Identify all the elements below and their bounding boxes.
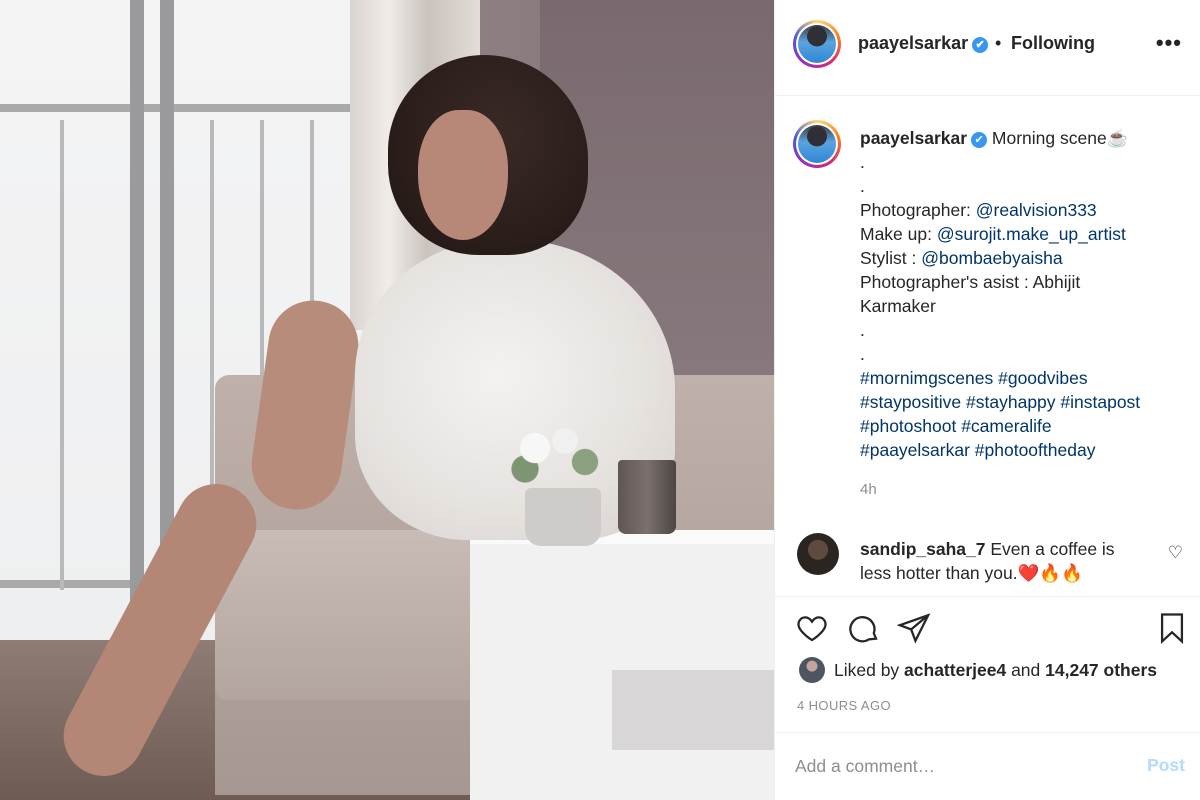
header-separator: • — [995, 33, 1002, 53]
likes-count-link[interactable]: 14,247 others — [1045, 660, 1157, 680]
likes-text: Liked by achatterjee4 and 14,247 others — [834, 660, 1157, 681]
caption-line: Karmaker — [860, 296, 936, 316]
likes-mid: and — [1006, 660, 1046, 680]
header-username[interactable]: paayelsarkar ✔ — [858, 33, 989, 54]
window-frame — [130, 0, 144, 640]
caption-avatar[interactable] — [793, 120, 841, 168]
hashtag-link[interactable]: #paayelsarkar #photooftheday — [860, 438, 1180, 462]
caption-username[interactable]: paayelsarkar — [860, 128, 967, 148]
following-button[interactable]: Following — [1011, 33, 1095, 54]
caption-line: . — [860, 320, 865, 340]
commenter-username[interactable]: sandip_saha_7 — [860, 539, 985, 559]
coffee-mug — [618, 460, 676, 534]
action-bar — [775, 596, 1200, 656]
caption-line: . — [860, 344, 865, 364]
vase — [525, 488, 601, 546]
table-shelf — [612, 670, 774, 750]
caption-line: Stylist : — [860, 248, 922, 268]
window-rail — [0, 104, 390, 112]
post-side-panel: paayelsarkar ✔ • Following ••• paayelsark… — [774, 0, 1200, 800]
verified-badge-icon: ✔ — [972, 37, 989, 53]
caption-area: paayelsarkar ✔ Morning scene☕ . . Photogr… — [775, 97, 1200, 595]
liker-avatar[interactable] — [799, 657, 825, 683]
side-table — [470, 530, 774, 800]
avatar[interactable] — [793, 20, 841, 68]
mention-link[interactable]: @bombaebyaisha — [921, 248, 1062, 268]
caption-line: . — [860, 176, 865, 196]
post-comment-button[interactable]: Post — [1147, 755, 1185, 776]
add-comment-bar: Post — [775, 732, 1200, 800]
more-options-icon[interactable]: ••• — [1156, 30, 1182, 56]
likes-summary: Liked by achatterjee4 and 14,247 others — [775, 656, 1200, 686]
liker-username[interactable]: achatterjee4 — [904, 660, 1006, 680]
comment-like-heart-icon[interactable]: ♡ — [1168, 543, 1183, 563]
post-header: paayelsarkar ✔ • Following ••• — [775, 0, 1200, 96]
verified-badge-icon: ✔ — [971, 132, 988, 148]
comment-item: sandip_saha_7 Even a coffee is less hott… — [775, 529, 1200, 595]
caption-line: . — [860, 152, 865, 172]
post-photo[interactable] — [0, 0, 774, 800]
caption-line: Make up: — [860, 224, 937, 244]
person-face — [418, 110, 508, 240]
share-icon[interactable] — [896, 611, 931, 645]
mention-link[interactable]: @realvision333 — [976, 200, 1097, 220]
flowers — [505, 420, 605, 490]
caption-line: Photographer: — [860, 200, 976, 220]
comment-icon[interactable] — [847, 611, 881, 645]
post-timestamp[interactable]: 4 HOURS AGO — [797, 698, 891, 713]
caption-title: Morning scene☕ — [987, 128, 1129, 148]
window-bar — [60, 120, 64, 590]
username-link[interactable]: paayelsarkar — [858, 33, 968, 53]
likes-prefix: Liked by — [834, 660, 905, 680]
comment-input[interactable] — [795, 751, 1125, 781]
mention-link[interactable]: @surojit.make_up_artist — [937, 224, 1126, 244]
caption-text: paayelsarkar ✔ Morning scene☕ . . Photogr… — [860, 126, 1180, 462]
comment-text: sandip_saha_7 Even a coffee is less hott… — [860, 537, 1140, 585]
hashtag-link[interactable]: #mornimgscenes #goodvibes — [860, 366, 1180, 390]
caption-time[interactable]: 4h — [860, 481, 877, 498]
bookmark-icon[interactable] — [1155, 611, 1189, 645]
heart-icon[interactable] — [795, 611, 829, 645]
caption-line: Photographer's asist : Abhijit — [860, 272, 1081, 292]
hashtag-link[interactable]: #photoshoot #cameralife — [860, 414, 1180, 438]
hashtag-link[interactable]: #staypositive #stayhappy #instapost — [860, 390, 1180, 414]
commenter-avatar[interactable] — [797, 533, 839, 575]
